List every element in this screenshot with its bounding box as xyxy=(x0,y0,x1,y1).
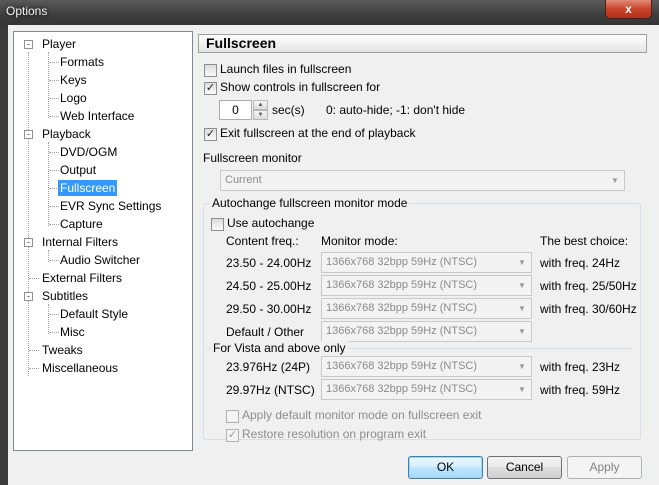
content-freq-label: 23.50 - 24.00Hz xyxy=(226,256,312,270)
tree-collapse-icon[interactable]: - xyxy=(24,40,33,49)
content-freq-label: 23.976Hz (24P) xyxy=(226,360,311,374)
content-freq-header: Content freq.: xyxy=(226,234,299,248)
monitor-mode-value: 1366x768 32bpp 59Hz (NTSC) xyxy=(326,325,478,337)
tree-collapse-icon[interactable]: - xyxy=(24,130,33,139)
dialog-body: - Player Formats Keys Logo Web Interface… xyxy=(8,25,659,485)
page-title: Fullscreen xyxy=(198,34,647,53)
tree-branch-line xyxy=(48,304,49,334)
tree-item-tweaks[interactable]: Tweaks xyxy=(40,342,85,358)
fullscreen-monitor-value: Current xyxy=(225,174,262,186)
spin-up-icon[interactable]: ▲ xyxy=(253,100,268,110)
chevron-down-icon: ▼ xyxy=(518,327,526,336)
tree-connector xyxy=(29,368,39,369)
tree-item-misc[interactable]: Misc xyxy=(58,324,87,340)
window-title: Options xyxy=(6,4,48,18)
tree-item-fullscreen[interactable]: Fullscreen xyxy=(58,180,118,196)
apply-default-mode-label: Apply default monitor mode on fullscreen… xyxy=(242,408,482,422)
title-bar: Options x xyxy=(0,0,659,25)
tree-root-line xyxy=(28,52,29,376)
tree-item-player[interactable]: Player xyxy=(40,36,78,52)
launch-fullscreen-label: Launch files in fullscreen xyxy=(220,62,352,76)
chevron-down-icon: ▼ xyxy=(518,258,526,267)
checkbox-box[interactable] xyxy=(211,218,224,231)
monitor-mode-select[interactable]: 1366x768 32bpp 59Hz (NTSC) ▼ xyxy=(321,321,532,342)
tree-item-evr-sync-settings[interactable]: EVR Sync Settings xyxy=(58,198,163,214)
check-icon[interactable]: ✓ xyxy=(204,128,217,141)
check-icon[interactable]: ✓ xyxy=(204,82,217,95)
content-freq-label: 24.50 - 25.00Hz xyxy=(226,279,312,293)
show-controls-label: Show controls in fullscreen for xyxy=(220,80,381,94)
checkbox-box[interactable] xyxy=(204,64,217,77)
seconds-hint: 0: auto-hide; -1: don't hide xyxy=(326,103,466,117)
tree-item-external-filters[interactable]: External Filters xyxy=(40,270,124,286)
options-tree[interactable]: - Player Formats Keys Logo Web Interface… xyxy=(13,31,193,451)
close-button[interactable]: x xyxy=(605,0,652,19)
tree-item-default-style[interactable]: Default Style xyxy=(58,306,130,322)
tree-item-dvd-ogm[interactable]: DVD/OGM xyxy=(58,144,119,160)
tree-item-miscellaneous[interactable]: Miscellaneous xyxy=(40,360,120,376)
chevron-down-icon: ▼ xyxy=(518,362,526,371)
tree-item-internal-filters[interactable]: Internal Filters xyxy=(40,234,120,250)
best-choice-label: with freq. 24Hz xyxy=(540,256,621,270)
tree-collapse-icon[interactable]: - xyxy=(24,292,33,301)
check-icon[interactable]: ✓ xyxy=(226,429,239,442)
autochange-group-title: Autochange fullscreen monitor mode xyxy=(210,196,410,210)
chevron-down-icon: ▼ xyxy=(611,176,619,185)
tree-connector xyxy=(29,350,39,351)
content-freq-label: Default / Other xyxy=(226,325,305,339)
monitor-mode-header: Monitor mode: xyxy=(321,234,398,248)
monitor-mode-value: 1366x768 32bpp 59Hz (NTSC) xyxy=(326,383,478,395)
best-choice-label: with freq. 23Hz xyxy=(540,360,621,374)
fullscreen-monitor-label: Fullscreen monitor xyxy=(203,151,302,165)
best-choice-label: with freq. 30/60Hz xyxy=(540,302,637,316)
chevron-down-icon: ▼ xyxy=(518,281,526,290)
chevron-down-icon: ▼ xyxy=(518,385,526,394)
monitor-mode-select[interactable]: 1366x768 32bpp 59Hz (NTSC) ▼ xyxy=(321,252,532,273)
ok-button[interactable]: OK xyxy=(408,456,483,479)
tree-item-audio-switcher[interactable]: Audio Switcher xyxy=(58,252,142,268)
exit-fullscreen-label: Exit fullscreen at the end of playback xyxy=(220,126,416,140)
fullscreen-monitor-select[interactable]: Current ▼ xyxy=(220,170,625,191)
fullscreen-settings-panel: Fullscreen Launch files in fullscreen ✓ … xyxy=(198,34,647,444)
restore-resolution-label: Restore resolution on program exit xyxy=(242,427,427,441)
monitor-mode-select[interactable]: 1366x768 32bpp 59Hz (NTSC) ▼ xyxy=(321,379,532,400)
apply-button[interactable]: Apply xyxy=(567,456,642,479)
tree-item-logo[interactable]: Logo xyxy=(58,90,89,106)
tree-item-keys[interactable]: Keys xyxy=(58,72,89,88)
checkbox-box[interactable] xyxy=(226,410,239,423)
content-freq-label: 29.97Hz (NTSC) xyxy=(226,383,315,397)
use-autochange-label: Use autochange xyxy=(227,216,315,230)
monitor-mode-select[interactable]: 1366x768 32bpp 59Hz (NTSC) ▼ xyxy=(321,356,532,377)
vista-group-title: For Vista and above only xyxy=(211,341,348,355)
monitor-mode-value: 1366x768 32bpp 59Hz (NTSC) xyxy=(326,279,478,291)
monitor-mode-value: 1366x768 32bpp 59Hz (NTSC) xyxy=(326,256,478,268)
tree-item-web-interface[interactable]: Web Interface xyxy=(58,108,136,124)
tree-item-subtitles[interactable]: Subtitles xyxy=(40,288,90,304)
monitor-mode-value: 1366x768 32bpp 59Hz (NTSC) xyxy=(326,302,478,314)
chevron-down-icon: ▼ xyxy=(518,304,526,313)
tree-collapse-icon[interactable]: - xyxy=(24,238,33,247)
tree-item-capture[interactable]: Capture xyxy=(58,216,105,232)
tree-connector xyxy=(29,278,39,279)
monitor-mode-select[interactable]: 1366x768 32bpp 59Hz (NTSC) ▼ xyxy=(321,275,532,296)
best-choice-label: with freq. 59Hz xyxy=(540,383,621,397)
seconds-unit: sec(s) xyxy=(272,103,305,117)
best-choice-label: with freq. 25/50Hz xyxy=(540,279,637,293)
monitor-mode-select[interactable]: 1366x768 32bpp 59Hz (NTSC) ▼ xyxy=(321,298,532,319)
tree-item-output[interactable]: Output xyxy=(58,162,98,178)
tree-item-formats[interactable]: Formats xyxy=(58,54,106,70)
tree-branch-line xyxy=(48,142,49,226)
cancel-button[interactable]: Cancel xyxy=(487,456,562,479)
spin-down-icon[interactable]: ▼ xyxy=(253,110,268,120)
tree-item-playback[interactable]: Playback xyxy=(40,126,93,142)
monitor-mode-value: 1366x768 32bpp 59Hz (NTSC) xyxy=(326,360,478,372)
controls-seconds-input[interactable]: 0 xyxy=(219,100,252,120)
content-freq-label: 29.50 - 30.00Hz xyxy=(226,302,312,316)
best-choice-header: The best choice: xyxy=(540,234,629,248)
